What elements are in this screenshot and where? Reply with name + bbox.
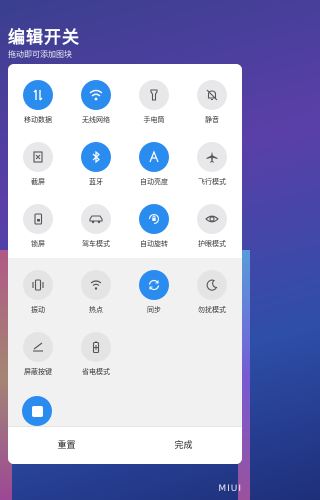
tile-screenshot[interactable]: 截屏 [12,142,64,187]
header: 编辑开关 拖动即可添加图块 [8,28,80,60]
tile-eye-care[interactable]: 护眼模式 [186,204,238,249]
tile-label: 截屏 [31,178,45,186]
tile-bluetooth[interactable]: 蓝牙 [70,142,122,187]
tile-do-not-disturb[interactable]: 勿扰模式 [186,270,238,315]
tile-vibrate[interactable]: 振动 [12,270,64,315]
sync-icon [139,270,169,300]
car-icon [81,204,111,234]
tile-hotspot[interactable]: 热点 [70,270,122,315]
tile-airplane[interactable]: 飞行模式 [186,142,238,187]
tile-label: 热点 [89,306,103,314]
tile-label: 自动亮度 [140,178,168,186]
tile-battery-saver[interactable]: 省电模式 [70,332,122,377]
wifi-icon [81,80,111,110]
tile-label: 护眼模式 [198,240,226,248]
rotate-lock-icon [139,204,169,234]
tile-label: 同步 [147,306,161,314]
tile-label: 自动旋转 [140,240,168,248]
edit-toggles-panel: 移动数据 无线网络 手电筒 静音 截屏 蓝牙 自动亮度 飞行模式 锁屏 驾车模式… [8,64,242,464]
tile-label: 屏蔽按键 [24,368,52,376]
tile-mobile-data[interactable]: 移动数据 [12,80,64,125]
auto-brightness-icon [139,142,169,172]
screenshot-icon [23,142,53,172]
tile-label: 无线网络 [82,116,110,124]
bluetooth-icon [81,142,111,172]
tile-flashlight[interactable]: 手电筒 [128,80,180,125]
flashlight-icon [139,80,169,110]
tile-label: 驾车模式 [82,240,110,248]
lock-screen-icon [23,204,53,234]
tile-lock-screen[interactable]: 锁屏 [12,204,64,249]
tile-label: 飞行模式 [198,178,226,186]
done-button[interactable]: 完成 [125,427,242,464]
tile-wifi[interactable]: 无线网络 [70,80,122,125]
tile-label: 静音 [205,116,219,124]
vibrate-icon [23,270,53,300]
page-subtitle: 拖动即可添加图块 [8,50,72,59]
moon-icon [197,270,227,300]
tile-label: 锁屏 [31,240,45,248]
tile-label: 振动 [31,306,45,314]
tile-sync[interactable]: 同步 [128,270,180,315]
airplane-icon [197,142,227,172]
dragging-tile-indicator[interactable] [22,396,52,426]
data-transfer-icon [23,80,53,110]
brand-logo: MIUI [218,484,242,494]
tile-label: 省电模式 [82,368,110,376]
block-keys-icon [23,332,53,362]
tile-label: 手电筒 [143,116,165,124]
tile-block-keys[interactable]: 屏蔽按键 [12,332,64,377]
tile-mute[interactable]: 静音 [186,80,238,125]
tile-label: 蓝牙 [89,178,103,186]
eye-icon [197,204,227,234]
battery-saver-icon [81,332,111,362]
tile-driving-mode[interactable]: 驾车模式 [70,204,122,249]
hotspot-icon [81,270,111,300]
reset-button[interactable]: 重置 [8,427,125,464]
footer-bar: 重置 完成 [8,426,242,464]
tile-auto-rotate[interactable]: 自动旋转 [128,204,180,249]
tile-auto-brightness[interactable]: 自动亮度 [128,142,180,187]
tile-label: 勿扰模式 [198,306,226,314]
tile-label: 移动数据 [24,116,52,124]
stop-icon [31,405,43,417]
page-title: 编辑开关 [8,28,80,48]
bell-mute-icon [197,80,227,110]
